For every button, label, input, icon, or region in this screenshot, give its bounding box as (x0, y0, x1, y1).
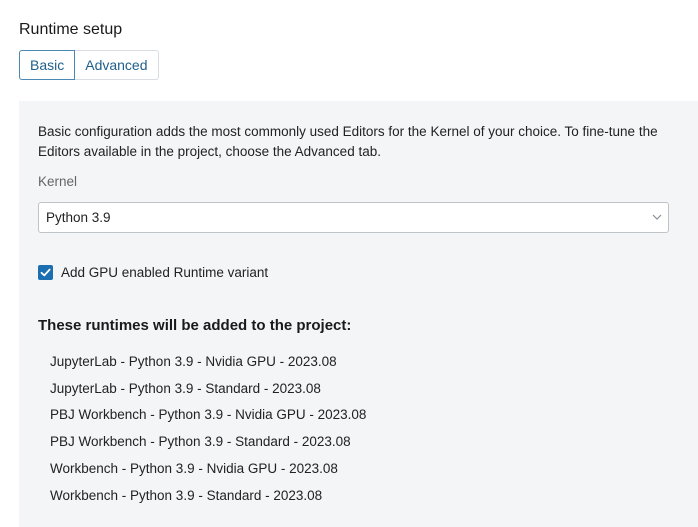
runtime-list: JupyterLab - Python 3.9 - Nvidia GPU - 2… (50, 349, 366, 509)
basic-description: Basic configuration adds the most common… (38, 124, 658, 159)
page-title: Runtime setup (19, 21, 123, 38)
basic-config-panel: Basic configuration adds the most common… (19, 101, 698, 527)
kernel-label: Kernel (38, 174, 78, 189)
list-item: JupyterLab - Python 3.9 - Standard - 202… (50, 380, 321, 396)
gpu-checkbox-label[interactable]: Add GPU enabled Runtime variant (61, 265, 268, 280)
tab-bar: Basic Advanced (19, 50, 159, 80)
list-item: PBJ Workbench - Python 3.9 - Standard - … (50, 434, 351, 450)
list-item: JupyterLab - Python 3.9 - Nvidia GPU - 2… (50, 354, 337, 369)
kernel-select[interactable]: Python 3.9 (38, 202, 669, 233)
gpu-checkbox[interactable] (38, 265, 53, 280)
tab-basic[interactable]: Basic (19, 50, 76, 80)
runtimes-heading: These runtimes will be added to the proj… (38, 317, 352, 334)
gpu-checkbox-row[interactable]: Add GPU enabled Runtime variant (38, 265, 268, 280)
list-item: PBJ Workbench - Python 3.9 - Nvidia GPU … (50, 407, 367, 423)
chevron-down-icon (652, 214, 662, 220)
checkmark-icon (40, 268, 51, 277)
list-item: Workbench - Python 3.9 - Standard - 2023… (50, 487, 323, 503)
kernel-select-value: Python 3.9 (46, 210, 111, 225)
list-item: Workbench - Python 3.9 - Nvidia GPU - 20… (50, 460, 338, 476)
tab-advanced[interactable]: Advanced (75, 50, 159, 80)
